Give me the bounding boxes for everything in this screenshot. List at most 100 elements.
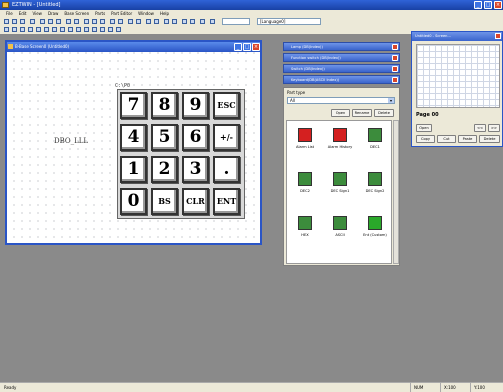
page-open-button[interactable]: Open [416,124,432,132]
key-4[interactable]: 4 [120,124,147,151]
group-icon[interactable] [110,19,115,24]
pen-color-icon[interactable] [92,27,97,32]
menu-parts[interactable]: Parts [95,10,105,17]
snap-icon[interactable] [154,19,159,24]
parts-rename-button[interactable]: Rename [352,109,372,117]
part-item[interactable]: ASCII [322,216,358,248]
key-7[interactable]: 7 [120,92,147,119]
menu-view[interactable]: View [32,10,42,17]
paste-icon[interactable] [56,19,61,24]
fill-tool-icon[interactable] [68,27,73,32]
polyline-tool-icon[interactable] [28,27,33,32]
key-1[interactable]: 1 [120,156,147,183]
text-tool-icon[interactable] [12,27,17,32]
doc-minimize-button[interactable]: _ [234,43,242,51]
parts-open-button[interactable]: Open [331,109,350,117]
key-clr[interactable]: CLR [182,188,209,215]
key-5[interactable]: 5 [151,124,178,151]
rectangle-tool-icon[interactable] [36,27,41,32]
new-file-icon[interactable] [4,19,9,24]
key-plus-minus[interactable]: +/- [213,124,240,151]
panel-function-switch-close-icon[interactable] [392,55,398,61]
print-icon[interactable] [30,19,35,24]
layer-select[interactable] [222,18,250,25]
page-copy-button[interactable]: Copy [416,135,435,143]
key-0[interactable]: 0 [120,188,147,215]
ellipse-tool-icon[interactable] [44,27,49,32]
menu-file[interactable]: File [6,10,13,17]
part-item[interactable]: DEC Sign2 [357,172,393,204]
zoom-out-icon[interactable] [172,19,177,24]
select-arrow-icon[interactable] [4,27,9,32]
key-8[interactable]: 8 [151,92,178,119]
open-file-icon[interactable] [12,19,17,24]
zoom-in-icon[interactable] [164,19,169,24]
key-esc[interactable]: ESC [213,92,240,119]
align-center-icon[interactable] [92,19,97,24]
screen-canvas[interactable]: C:\P0 DBO_LLL 7 8 9 ESC 4 5 6 +/- 1 2 3 … [7,52,260,243]
key-9[interactable]: 9 [182,92,209,119]
panel-keyboard-close-icon[interactable] [392,77,398,83]
copy-icon[interactable] [48,19,53,24]
grid-icon[interactable] [146,19,151,24]
back-icon[interactable] [136,19,141,24]
panel-lamp[interactable]: Lamp (DB(Index)) [283,42,400,51]
screen-thumbnail-grid[interactable] [416,44,500,108]
front-icon[interactable] [128,19,133,24]
language-select[interactable]: [Language0] [257,18,321,25]
maximize-button[interactable]: □ [484,1,492,9]
panel-switch-close-icon[interactable] [392,66,398,72]
panel-lamp-close-icon[interactable] [392,44,398,50]
line-tool-icon[interactable] [20,27,25,32]
align-left-icon[interactable] [84,19,89,24]
font-icon[interactable] [108,27,113,32]
cut-icon[interactable] [40,19,45,24]
key-3[interactable]: 3 [182,156,209,183]
screen-editor-title-bar[interactable]: B-Base Screen0 (Untitled0) [7,42,260,52]
part-item[interactable]: Alarm List [287,128,323,160]
text-style-icon[interactable] [84,27,89,32]
menu-window[interactable]: Window [138,10,154,17]
menu-part-editor[interactable]: Part Editor [111,10,132,17]
layout-icon[interactable] [210,19,215,24]
key-dot[interactable]: . [213,156,240,183]
numeric-keypad[interactable]: 7 8 9 ESC 4 5 6 +/- 1 2 3 . 0 BS CLR ENT [117,89,245,219]
page-next-button[interactable]: >> [488,124,500,132]
panel-function-switch[interactable]: Function switch (DB(Index)) [283,53,400,62]
doc-maximize-button[interactable]: □ [243,43,251,51]
compile-icon[interactable] [190,19,195,24]
key-6[interactable]: 6 [182,124,209,151]
close-button[interactable]: × [494,1,502,9]
menu-help[interactable]: Help [160,10,169,17]
page-cut-button[interactable]: Cut [437,135,456,143]
screen-list-title-bar[interactable]: Untitled0 - Screen... [412,32,502,41]
panel-switch[interactable]: Switch (DB(Index)) [283,64,400,73]
part-type-select[interactable]: All ▾ [287,97,395,104]
parts-delete-button[interactable]: Delete [374,109,394,117]
brush-icon[interactable] [100,27,105,32]
parts-tool-icon[interactable] [116,27,121,32]
page-delete-button[interactable]: Delete [479,135,500,143]
arc-tool-icon[interactable] [60,27,65,32]
screen-list-close-icon[interactable] [495,33,501,39]
doc-close-button[interactable]: × [252,43,260,51]
dbo-text-object[interactable]: DBO_LLL [54,137,88,145]
minimize-button[interactable]: _ [474,1,482,9]
part-item[interactable]: DEC Sign1 [322,172,358,204]
part-item[interactable]: Alarm History [322,128,358,160]
key-2[interactable]: 2 [151,156,178,183]
part-item[interactable]: DEC2 [287,172,323,204]
key-bs[interactable]: BS [151,188,178,215]
polygon-tool-icon[interactable] [52,27,57,32]
key-ent[interactable]: ENT [213,188,240,215]
menu-base-screen[interactable]: Base Screen [64,10,89,17]
part-item[interactable]: Ent (Custom) [357,216,393,248]
page-paste-button[interactable]: Paste [458,135,477,143]
menu-draw[interactable]: Draw [48,10,58,17]
parts-scrollbar[interactable] [393,120,399,264]
save-icon[interactable] [20,19,25,24]
transfer-icon[interactable] [182,19,187,24]
page-prev-button[interactable]: << [474,124,486,132]
part-item[interactable]: HEX [287,216,323,248]
chevron-down-icon[interactable]: ▾ [388,98,394,103]
